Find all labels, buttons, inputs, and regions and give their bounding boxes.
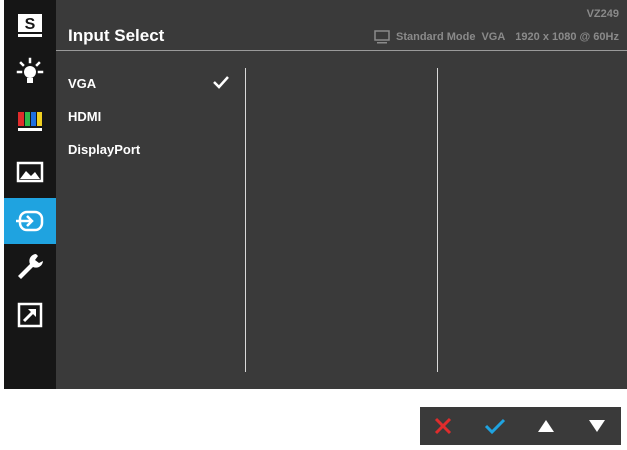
splendid-s-icon: S: [18, 14, 42, 37]
monitor-icon: [374, 30, 390, 44]
sidebar-item-shortcut[interactable]: [4, 292, 56, 338]
input-option-vga[interactable]: VGA: [68, 76, 96, 91]
sidebar-item-system-setup[interactable]: [4, 244, 56, 290]
sidebar-item-color[interactable]: [4, 98, 56, 144]
sidebar-item-splendid[interactable]: S: [4, 2, 56, 48]
header-divider: [56, 50, 627, 51]
blue-light-filter-icon: [16, 57, 44, 83]
input-option-displayport[interactable]: DisplayPort: [68, 142, 140, 157]
confirm-button[interactable]: [472, 407, 518, 445]
osd-menu: S Input Select VZ249 Standard Mode VGA 1…: [4, 0, 627, 389]
resolution-text: 1920 x 1080 @ 60Hz: [515, 31, 619, 43]
mode-text: Standard Mode: [396, 31, 476, 43]
osd-key-guide: [420, 407, 621, 445]
up-triangle-icon: [538, 420, 554, 432]
sidebar-item-blue-light[interactable]: [4, 50, 56, 96]
check-icon: [484, 418, 506, 435]
column-divider: [437, 68, 438, 372]
model-name: VZ249: [586, 8, 619, 20]
svg-text:S: S: [25, 16, 36, 33]
image-landscape-icon: [16, 161, 44, 183]
input-option-hdmi[interactable]: HDMI: [68, 109, 101, 124]
down-triangle-icon: [589, 420, 605, 432]
shortcut-arrow-icon: [17, 302, 43, 328]
close-button[interactable]: [420, 407, 466, 445]
up-button[interactable]: [523, 407, 569, 445]
input-text: VGA: [481, 31, 506, 43]
osd-sidebar: S: [4, 0, 56, 389]
sidebar-item-image[interactable]: [4, 150, 56, 196]
status-info: Standard Mode VGA 1920 x 1080 @ 60Hz: [374, 30, 619, 44]
sidebar-item-input-select[interactable]: [4, 198, 56, 244]
selected-check-icon: [213, 76, 229, 89]
close-x-icon: [434, 417, 452, 435]
color-bars-icon: [18, 112, 42, 131]
column-divider: [245, 68, 246, 372]
down-button[interactable]: [574, 407, 620, 445]
wrench-icon: [18, 254, 43, 279]
page-title: Input Select: [68, 26, 165, 45]
input-select-icon: [16, 210, 44, 232]
